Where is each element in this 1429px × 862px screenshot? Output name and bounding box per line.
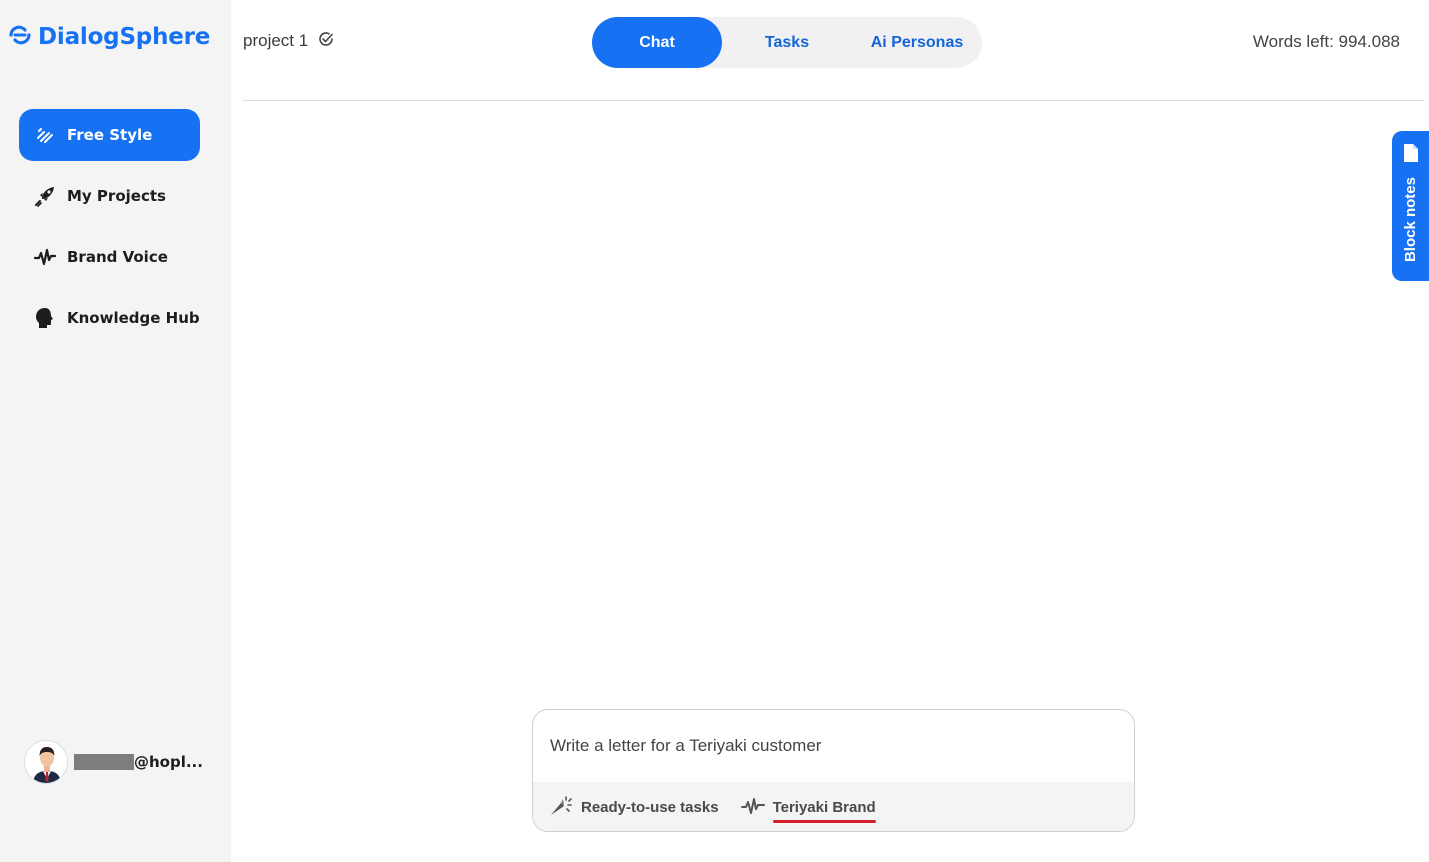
waveform-icon [740, 796, 765, 820]
project-name: project 1 [243, 31, 309, 50]
brand-voice-label: Teriyaki Brand [772, 799, 876, 823]
block-notes-button[interactable]: Block notes [1392, 131, 1429, 281]
user-email-suffix: @hopl... [134, 753, 203, 771]
document-icon [1403, 143, 1419, 167]
sidebar-item-label: My Projects [67, 187, 166, 205]
sidebar-item-label: Free Style [67, 126, 153, 144]
waveform-icon [33, 245, 57, 269]
words-left-counter: Words left: 994.088 [1252, 32, 1400, 51]
ready-to-use-tasks-label: Ready-to-use tasks [581, 799, 719, 816]
sidebar-item-brand-voice[interactable]: Brand Voice [19, 231, 200, 283]
check-circle-icon[interactable] [318, 31, 334, 51]
app-name: DialogSphere [38, 24, 211, 50]
user-email: @hopl... [74, 753, 203, 771]
tab-ai-personas[interactable]: Ai Personas [852, 17, 982, 68]
block-notes-label: Block notes [1402, 177, 1419, 263]
message-input[interactable] [533, 710, 1134, 782]
message-composer: Ready-to-use tasks Teriyaki Brand [532, 709, 1135, 832]
sidebar-item-knowledge-hub[interactable]: Knowledge Hub [19, 292, 200, 344]
composer-toolbar: Ready-to-use tasks Teriyaki Brand [533, 782, 1134, 831]
app-logo[interactable]: DialogSphere [8, 24, 210, 50]
logo-icon [8, 24, 32, 50]
header-divider [243, 100, 1424, 101]
avatar [24, 740, 68, 784]
rocket-icon [33, 184, 57, 208]
view-tabs: Chat Tasks Ai Personas [592, 17, 982, 68]
tab-tasks[interactable]: Tasks [722, 17, 852, 68]
pen-lines-icon [33, 123, 57, 147]
tab-chat[interactable]: Chat [592, 17, 722, 68]
user-profile[interactable]: @hopl... [24, 740, 203, 784]
brand-voice-selector[interactable]: Teriyaki Brand [740, 796, 876, 823]
sidebar-item-label: Knowledge Hub [67, 309, 200, 327]
ready-to-use-tasks-button[interactable]: Ready-to-use tasks [549, 795, 719, 821]
sidebar: DialogSphere Free Style My Projects Bran… [0, 0, 231, 862]
redacted-username [74, 754, 134, 770]
magic-wand-icon [549, 795, 573, 821]
sidebar-item-my-projects[interactable]: My Projects [19, 170, 200, 222]
sidebar-item-free-style[interactable]: Free Style [19, 109, 200, 161]
project-title[interactable]: project 1 [243, 31, 334, 51]
head-icon [33, 306, 57, 330]
sidebar-item-label: Brand Voice [67, 248, 168, 266]
